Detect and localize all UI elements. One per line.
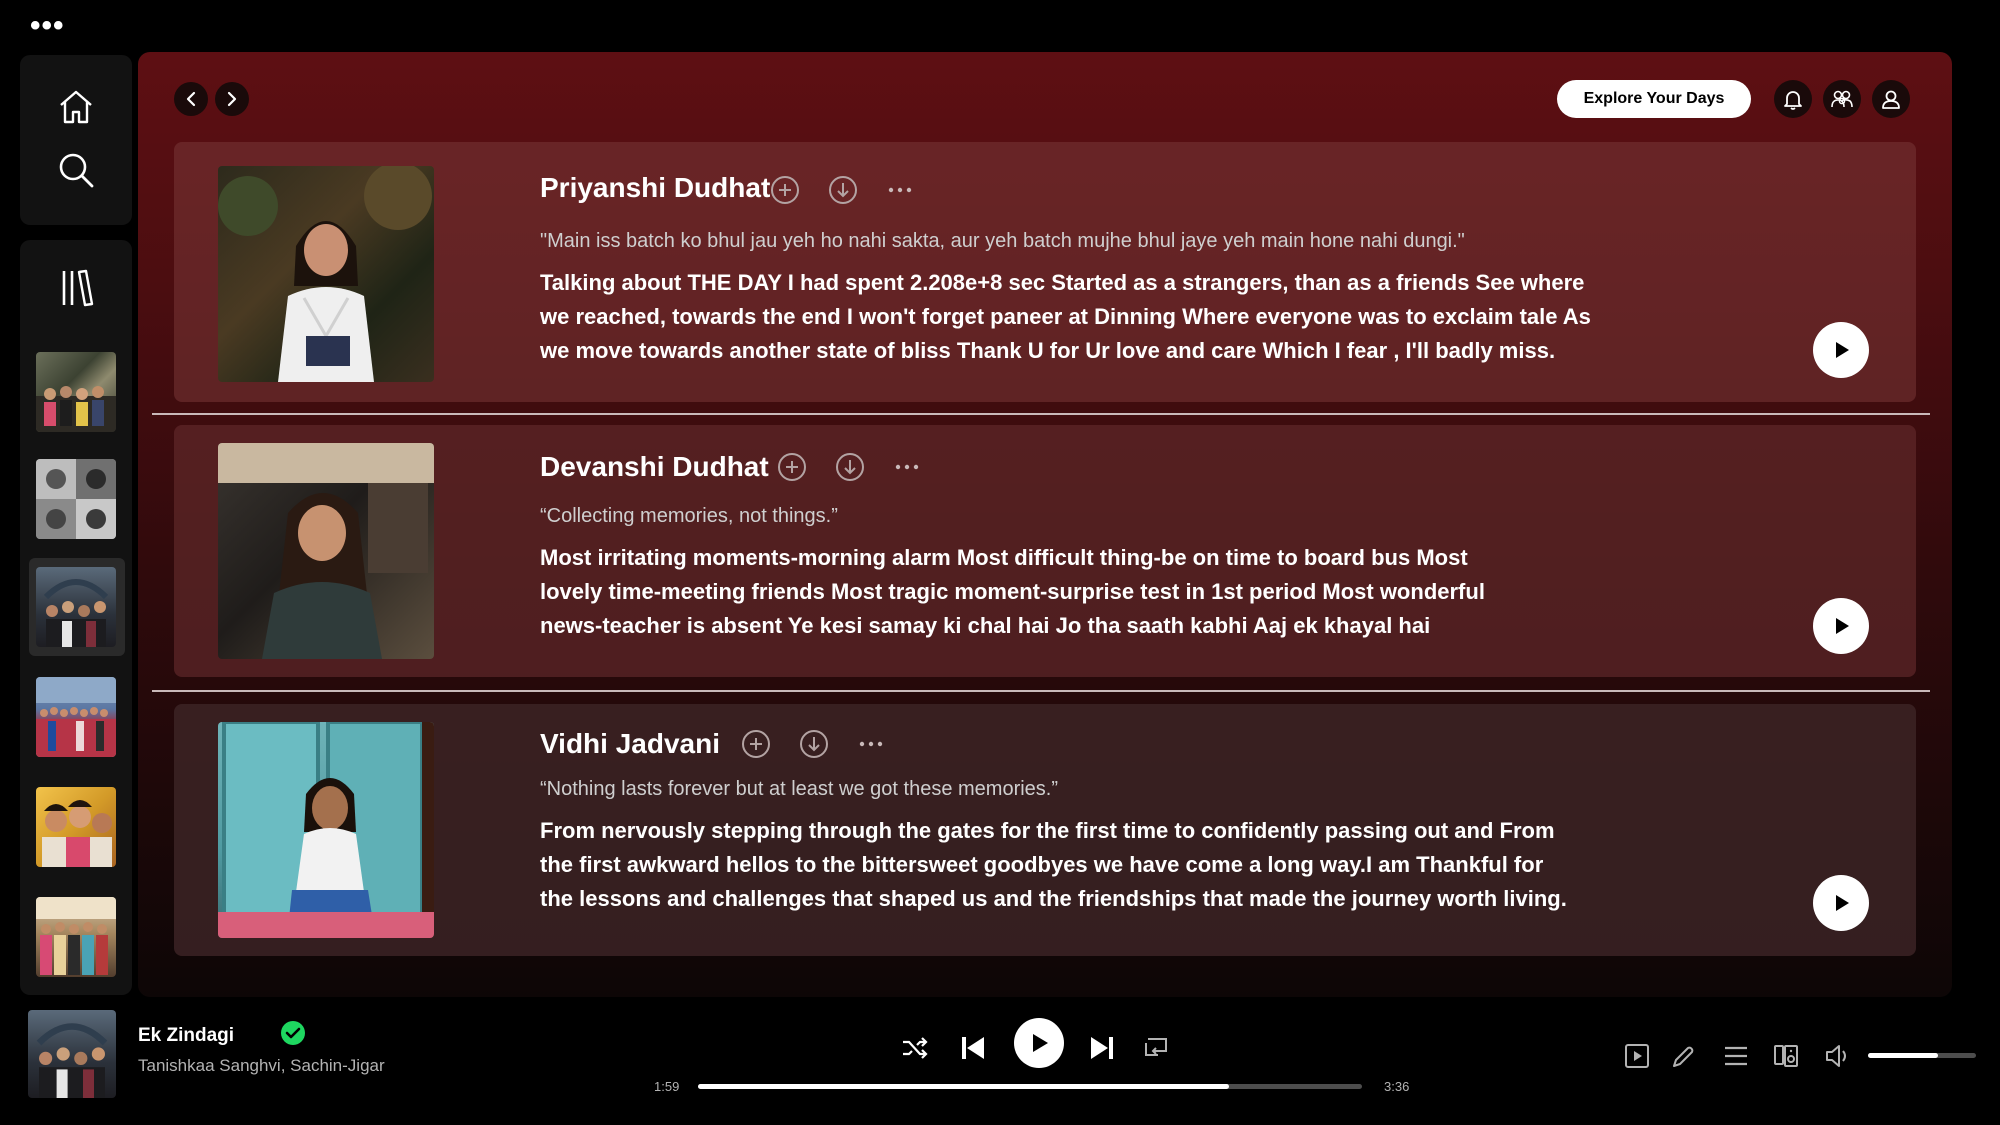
playlist-thumb-6[interactable] xyxy=(36,897,116,977)
memory-line: news-teacher is absent Ye kesi samay ki … xyxy=(540,613,1431,638)
play-button[interactable] xyxy=(1813,322,1869,378)
chevron-left-icon xyxy=(186,91,196,107)
download-icon[interactable] xyxy=(799,729,829,759)
person-quote: “Nothing lasts forever but at least we g… xyxy=(540,778,1059,800)
more-dots-icon[interactable]: ••• xyxy=(30,11,65,41)
sidebar-library xyxy=(20,240,132,995)
play-button[interactable] xyxy=(1813,598,1869,654)
queue-icon[interactable] xyxy=(1722,1042,1750,1070)
profile-photo xyxy=(218,166,434,382)
now-playing-cover[interactable] xyxy=(28,1010,116,1098)
memory-line: From nervously stepping through the gate… xyxy=(540,818,1555,843)
play-icon xyxy=(1033,1034,1048,1052)
memory-line: we reached, towards the end I won't forg… xyxy=(540,304,1591,329)
play-icon xyxy=(1836,618,1849,634)
memory-text: Talking about THE DAY I had spent 2.208e… xyxy=(540,266,1670,368)
add-icon[interactable] xyxy=(777,452,807,482)
playlist-thumb-2[interactable] xyxy=(36,459,116,539)
bell-icon[interactable] xyxy=(1774,80,1812,118)
memory-line: the lessons and challenges that shaped u… xyxy=(540,886,1567,911)
memory-text: Most irritating moments-morning alarm Mo… xyxy=(540,541,1670,643)
next-track-icon[interactable] xyxy=(1087,1033,1117,1063)
playlist-thumb-5[interactable] xyxy=(36,787,116,867)
memory-card: Priyanshi Dudhat "Main iss batch ko bhul… xyxy=(174,142,1916,402)
connect-device-icon[interactable] xyxy=(1772,1042,1800,1070)
person-name: Vidhi Jadvani xyxy=(540,728,720,759)
search-icon[interactable] xyxy=(56,150,96,190)
more-options-icon[interactable] xyxy=(885,175,915,205)
repeat-icon[interactable] xyxy=(1142,1035,1170,1061)
total-time: 3:36 xyxy=(1384,1079,1410,1094)
sidebar-nav xyxy=(20,55,132,225)
add-icon[interactable] xyxy=(741,729,771,759)
memory-line: we move towards another state of bliss T… xyxy=(540,338,1556,363)
track-title[interactable]: Ek Zindagi xyxy=(138,1025,234,1047)
memory-card: Vidhi Jadvani “Nothing lasts forever but… xyxy=(174,704,1916,956)
play-pause-button[interactable] xyxy=(1014,1018,1064,1068)
memory-line: the first awkward hellos to the bittersw… xyxy=(540,852,1544,877)
download-icon[interactable] xyxy=(828,175,858,205)
forward-button[interactable] xyxy=(215,82,249,116)
profile-photo xyxy=(218,443,434,659)
volume-slider[interactable] xyxy=(1868,1053,1976,1058)
more-options-icon[interactable] xyxy=(856,729,886,759)
saved-check-icon[interactable] xyxy=(280,1020,306,1046)
now-playing-view-icon[interactable] xyxy=(1623,1042,1651,1070)
more-options-icon[interactable] xyxy=(892,452,922,482)
memory-line: Talking about THE DAY I had spent 2.208e… xyxy=(540,270,1585,295)
memory-line: lovely time-meeting friends Most tragic … xyxy=(540,579,1485,604)
playlist-thumb-4[interactable] xyxy=(36,677,116,757)
lyrics-icon[interactable] xyxy=(1670,1042,1698,1070)
person-name: Devanshi Dudhat xyxy=(540,451,769,482)
main-panel: Explore Your Days Priyanshi Dudhat "Main… xyxy=(138,52,1952,997)
memory-line: Most irritating moments-morning alarm Mo… xyxy=(540,545,1468,570)
track-artist[interactable]: Tanishkaa Sanghvi, Sachin-Jigar xyxy=(138,1056,385,1076)
person-quote: "Main iss batch ko bhul jau yeh ho nahi … xyxy=(540,230,1465,252)
volume-fill xyxy=(1868,1053,1939,1058)
previous-track-icon[interactable] xyxy=(958,1033,988,1063)
back-button[interactable] xyxy=(174,82,208,116)
person-name: Priyanshi Dudhat xyxy=(540,172,771,203)
chevron-right-icon xyxy=(227,91,237,107)
play-button[interactable] xyxy=(1813,875,1869,931)
play-icon xyxy=(1836,895,1849,911)
profile-photo xyxy=(218,722,434,938)
memory-text: From nervously stepping through the gate… xyxy=(540,814,1670,916)
explore-your-days-button[interactable]: Explore Your Days xyxy=(1557,80,1751,118)
divider xyxy=(152,413,1930,415)
person-quote: “Collecting memories, not things.” xyxy=(540,505,838,527)
memory-card: Devanshi Dudhat “Collecting memories, no… xyxy=(174,425,1916,677)
profile-icon[interactable] xyxy=(1872,80,1910,118)
divider xyxy=(152,690,1930,692)
playlist-thumb-3[interactable] xyxy=(36,567,116,647)
play-icon xyxy=(1836,342,1849,358)
download-icon[interactable] xyxy=(835,452,865,482)
progress-bar[interactable] xyxy=(698,1084,1362,1089)
playlist-thumb-1[interactable] xyxy=(36,352,116,432)
library-icon[interactable] xyxy=(56,265,96,310)
home-icon[interactable] xyxy=(56,87,96,127)
volume-icon[interactable] xyxy=(1824,1042,1852,1070)
friends-icon[interactable] xyxy=(1823,80,1861,118)
add-icon[interactable] xyxy=(770,175,800,205)
elapsed-time: 1:59 xyxy=(654,1079,680,1094)
shuffle-icon[interactable] xyxy=(900,1033,930,1063)
progress-fill xyxy=(698,1084,1230,1089)
